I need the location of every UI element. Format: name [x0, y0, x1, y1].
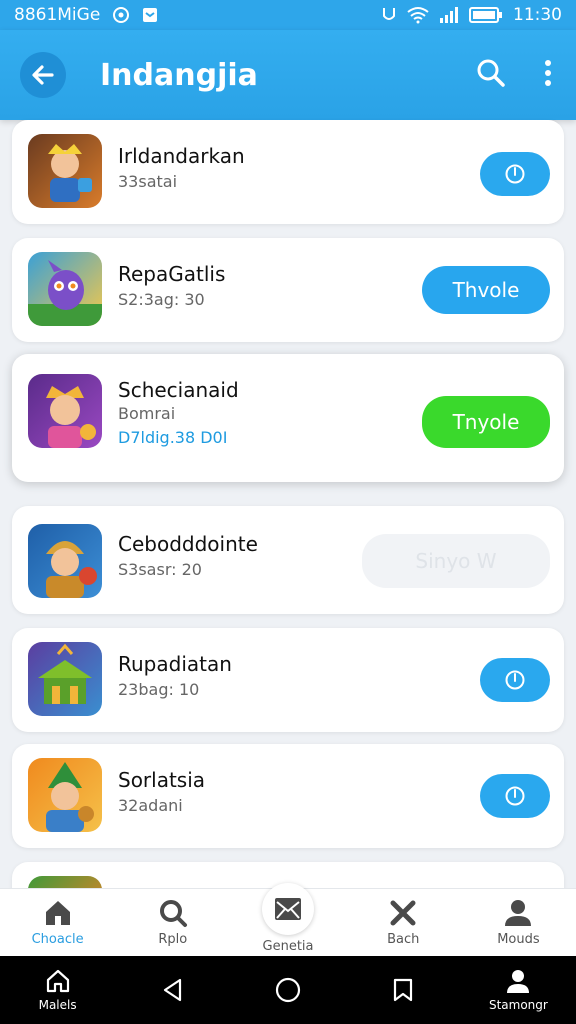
search-icon: [477, 59, 505, 87]
status-left-text: 8861MiGe: [14, 5, 101, 25]
home-circle-icon: [275, 977, 301, 1003]
list-item[interactable]: Irldandarkan 33satai: [12, 120, 564, 224]
cell-icon: [439, 6, 459, 24]
app-extra-info: D7ldig.38 D0I: [118, 428, 228, 447]
list-item[interactable]: Sorlatsia 32adani: [12, 744, 564, 848]
home-icon: [45, 901, 70, 925]
power-icon: [505, 670, 525, 690]
install-button-disabled[interactable]: Sinyo W: [362, 534, 550, 588]
status-bar: 8861MiGe 11:30: [0, 0, 576, 30]
system-nav-home-circle[interactable]: [230, 956, 345, 1024]
app-name: Rupadiatan: [118, 652, 232, 676]
bottom-nav: Choacle Rplo Genetia Bach Mouds: [0, 883, 576, 956]
more-vert-icon: [545, 60, 551, 86]
nav-item-profile[interactable]: Mouds: [461, 889, 576, 956]
camera-icon: [112, 6, 130, 24]
page-title: Indangjia: [100, 57, 258, 93]
warrior-game-icon: [28, 134, 102, 208]
nav-label: Choacle: [31, 932, 84, 947]
system-nav-home[interactable]: Malels: [0, 956, 115, 1024]
nav-item-home[interactable]: Choacle: [0, 889, 115, 956]
app-name: Sorlatsia: [118, 768, 206, 792]
nav-label: Bach: [387, 932, 420, 947]
status-time: 11:30: [513, 5, 562, 25]
download-button[interactable]: [480, 774, 550, 818]
system-nav-profile[interactable]: Stamongr: [461, 956, 576, 1024]
app-subtitle: 33satai: [118, 172, 178, 191]
app-subtitle: Bomrai: [118, 404, 176, 423]
app-bar: Indangjia: [0, 30, 576, 120]
person-icon: [505, 900, 532, 926]
recents-icon: [394, 978, 413, 1002]
power-icon: [505, 786, 525, 806]
nav-label: Mouds: [497, 932, 540, 947]
battery-icon: [469, 6, 503, 24]
app-name: RepaGatlis: [118, 262, 226, 286]
app-subtitle: 23bag: 10: [118, 680, 200, 699]
nav-label: Genetia: [262, 939, 314, 954]
elf-game-icon: [28, 758, 102, 832]
app-name: Cebodddointe: [118, 532, 258, 556]
power-icon: [505, 164, 525, 184]
app-name: Irldandarkan: [118, 144, 245, 168]
app-subtitle: 32adani: [118, 796, 183, 815]
back-triangle-icon: [163, 978, 181, 1002]
search-button[interactable]: [476, 58, 506, 92]
mail-icon: [275, 898, 301, 920]
system-nav-label: Stamongr: [488, 998, 548, 1012]
system-nav-bar: Malels Stamongr: [0, 956, 576, 1024]
nav-label: Rplo: [158, 932, 188, 947]
nav-item-search[interactable]: Rplo: [115, 889, 230, 956]
home-outline-icon: [46, 969, 69, 993]
nav-item-messages[interactable]: Genetia: [230, 883, 345, 956]
arrow-left-icon: [32, 65, 54, 85]
back-button[interactable]: [20, 52, 66, 98]
system-nav-back[interactable]: [115, 956, 230, 1024]
search-icon: [159, 900, 187, 927]
list-item[interactable]: RepaGatlis S2:3ag: 30 Thvole: [12, 238, 564, 342]
download-button[interactable]: [480, 658, 550, 702]
purple-creature-game-icon: [28, 252, 102, 326]
signal-icon: [381, 6, 397, 24]
person-icon: [507, 970, 530, 993]
more-menu-button[interactable]: [544, 59, 552, 91]
knight-game-icon: [28, 524, 102, 598]
install-button[interactable]: Thvole: [422, 266, 550, 314]
list-item[interactable]: Rupadiatan 23bag: 10: [12, 628, 564, 732]
king-game-icon: [28, 374, 102, 448]
message-icon: [142, 7, 158, 23]
temple-game-icon: [28, 642, 102, 716]
list-item[interactable]: Cebodddointe S3sasr: 20 Sinyo W: [12, 506, 564, 614]
wifi-icon: [407, 6, 429, 24]
download-button[interactable]: [480, 152, 550, 196]
list-item[interactable]: Schecianaid Bomrai D7ldig.38 D0I Tnyole: [12, 354, 564, 482]
center-fab[interactable]: [262, 883, 314, 935]
app-subtitle: S3sasr: 20: [118, 560, 202, 579]
system-nav-recents[interactable]: [346, 956, 461, 1024]
tools-icon: [390, 900, 416, 926]
app-subtitle: S2:3ag: 30: [118, 290, 205, 309]
app-name: Schecianaid: [118, 378, 239, 402]
install-button-primary[interactable]: Tnyole: [422, 396, 550, 448]
nav-item-tools[interactable]: Bach: [346, 889, 461, 956]
system-nav-label: Malels: [38, 998, 77, 1012]
